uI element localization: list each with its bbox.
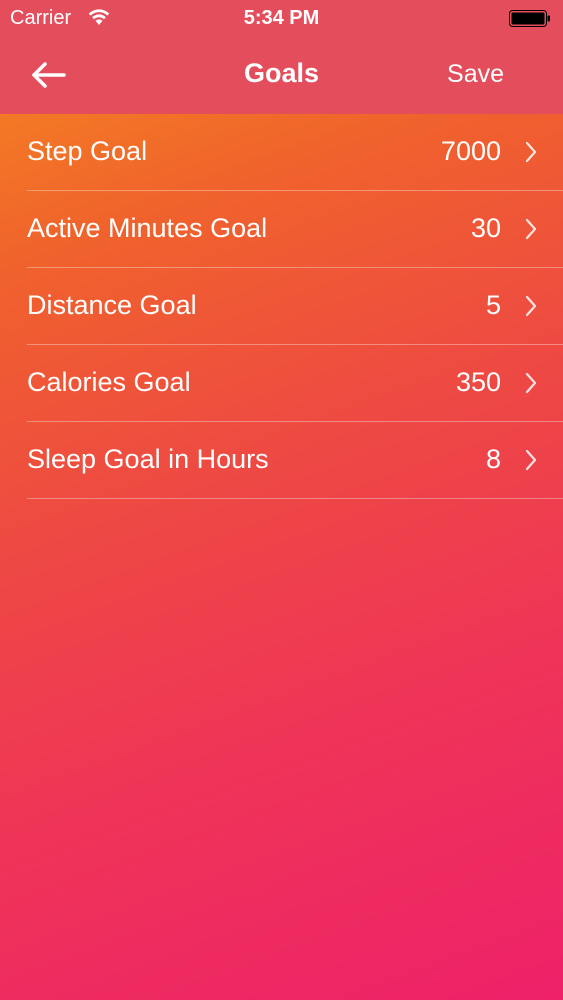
back-button[interactable] (24, 58, 70, 92)
row-divider (27, 498, 563, 499)
goal-value: 30 (470, 213, 501, 243)
goal-label: Sleep Goal in Hours (27, 444, 269, 474)
chevron-right-icon (525, 141, 537, 163)
goal-value: 8 (485, 444, 501, 474)
clock: 5:34 PM (243, 7, 320, 29)
goal-label: Calories Goal (27, 367, 191, 397)
goal-label: Step Goal (27, 136, 148, 166)
goal-value: 7000 (440, 136, 501, 166)
goal-value: 5 (485, 290, 501, 320)
goal-row-step[interactable]: Step Goal 7000 (0, 114, 563, 191)
goal-row-active-minutes[interactable]: Active Minutes Goal 30 (0, 191, 563, 268)
goal-row-distance[interactable]: Distance Goal 5 (0, 268, 563, 345)
goal-label: Active Minutes Goal (27, 213, 268, 243)
goal-label: Distance Goal (27, 290, 197, 320)
goal-value: 350 (455, 367, 501, 397)
chevron-right-icon (525, 372, 537, 394)
goal-row-sleep[interactable]: Sleep Goal in Hours 8 (0, 422, 563, 499)
chevron-right-icon (525, 295, 537, 317)
header: Carrier 5:34 PM Goals Save (0, 0, 563, 114)
goal-row-calories[interactable]: Calories Goal 350 (0, 345, 563, 422)
chevron-right-icon (525, 449, 537, 471)
save-button[interactable]: Save (447, 60, 504, 89)
battery-icon (509, 10, 550, 27)
arrow-left-icon (32, 62, 66, 88)
goal-list: Step Goal 7000 Active Minutes Goal 30 Di… (0, 114, 563, 499)
status-bar: Carrier 5:34 PM (0, 0, 563, 40)
navigation-bar: Goals Save (0, 40, 563, 114)
chevron-right-icon (525, 218, 537, 240)
